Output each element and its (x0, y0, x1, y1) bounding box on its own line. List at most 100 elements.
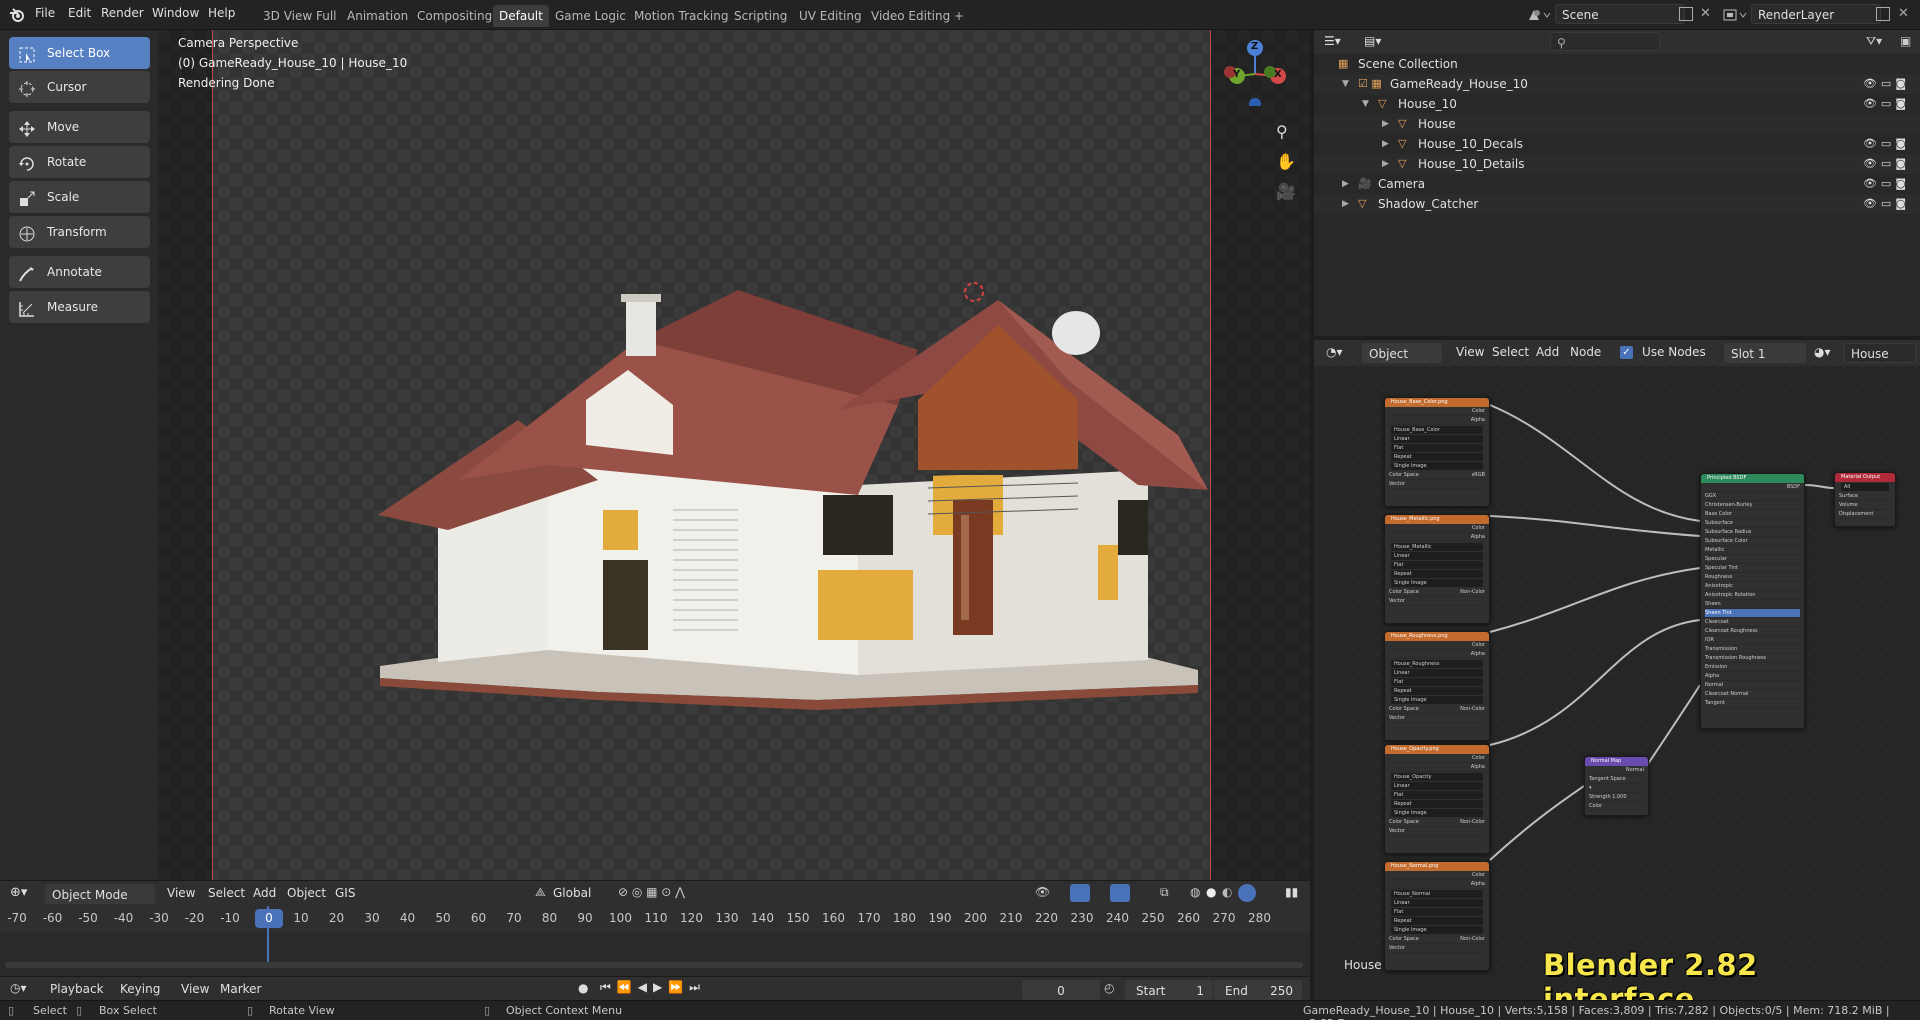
3d-viewport[interactable]: Camera Perspective (0) GameReady_House_1… (158, 30, 1310, 880)
texture-color-space[interactable]: Color Space Non-Color (1389, 935, 1485, 944)
texture-setting-field[interactable]: Flat (1391, 791, 1483, 799)
bsdf-input[interactable]: Base Color (1705, 510, 1800, 519)
bsdf-input[interactable]: IOR (1705, 636, 1800, 645)
tab-scripting[interactable]: Scripting (728, 5, 793, 27)
expand-arrow-icon[interactable]: ▼ (1362, 94, 1369, 114)
texture-setting-field[interactable]: Linear (1391, 669, 1483, 677)
expand-arrow-icon[interactable]: ▼ (1342, 74, 1349, 94)
outliner-row[interactable]: ▶ ▽ House (1314, 114, 1920, 134)
menu-file[interactable]: File (31, 6, 59, 20)
texture-setting-field[interactable]: Linear (1391, 899, 1483, 907)
bsdf-input[interactable]: Clearcoat Normal (1705, 690, 1800, 699)
bsdf-input[interactable]: Sheen Tint (1705, 609, 1800, 618)
material-output-node[interactable]: Material Output All Surface Volume Displ… (1834, 472, 1896, 527)
normal-map-space[interactable]: Tangent Space (1589, 775, 1644, 784)
bsdf-input[interactable]: Roughness (1705, 573, 1800, 582)
bsdf-input[interactable]: Metallic (1705, 546, 1800, 555)
tool-scale[interactable]: Scale (9, 181, 150, 213)
texture-setting-field[interactable]: Linear (1391, 782, 1483, 790)
record-icon[interactable]: ● (578, 981, 588, 995)
visibility-toggles-icon[interactable]: 👁▭◙ (1863, 174, 1910, 194)
gizmo-toggle-icon[interactable] (1070, 884, 1090, 902)
pivot-icon[interactable]: ⊘ ◎ ▦ ⊙ ⋀ (618, 885, 685, 899)
bsdf-input[interactable]: Specular (1705, 555, 1800, 564)
menu-timeline-view[interactable]: View (181, 982, 209, 996)
normal-map-node[interactable]: Normal Map Normal Tangent Space ▾ Streng… (1584, 756, 1649, 816)
menu-marker[interactable]: Marker (220, 982, 261, 996)
bsdf-input[interactable]: Tangent (1705, 699, 1800, 708)
vp-menu-gis[interactable]: GIS (335, 886, 355, 900)
visibility-toggles-icon[interactable]: 👁▭◙ (1863, 74, 1910, 94)
outliner-row[interactable]: ▶ ▽ Shadow_Catcher 👁▭◙ (1314, 194, 1920, 214)
filter-icon[interactable]: ⛛▾ (1866, 34, 1882, 49)
vp-menu-view[interactable]: View (167, 886, 195, 900)
bsdf-input[interactable]: Specular Tint (1705, 564, 1800, 573)
bsdf-input[interactable]: Clearcoat (1705, 618, 1800, 627)
texture-color-space[interactable]: Color Space sRGB (1389, 471, 1485, 480)
timeline-scrollbar[interactable] (5, 962, 1303, 968)
texture-setting-field[interactable]: Flat (1391, 908, 1483, 916)
texture-setting-field[interactable]: Flat (1391, 561, 1483, 569)
tab-video-editing[interactable]: Video Editing (865, 5, 956, 27)
pause-render-icon[interactable]: ▮▮ (1285, 885, 1298, 899)
texture-setting-field[interactable]: Repeat (1391, 687, 1483, 695)
overlay-toggle-icon[interactable] (1110, 884, 1130, 902)
clock-icon[interactable]: ◴ (1104, 981, 1114, 995)
image-texture-node[interactable]: House_Metallic.png Color Alpha House_Metall… (1384, 514, 1490, 624)
bsdf-input[interactable]: Subsurface (1705, 519, 1800, 528)
texture-setting-field[interactable]: Repeat (1391, 800, 1483, 808)
texture-setting-field[interactable]: Linear (1391, 552, 1483, 560)
timeline-editor-icon[interactable]: ◷▾ (10, 981, 27, 995)
outliner-row[interactable]: ▶ ▽ House_10_Decals 👁▭◙ (1314, 134, 1920, 154)
texture-setting-field[interactable]: Repeat (1391, 453, 1483, 461)
expand-arrow-icon[interactable]: ▶ (1382, 134, 1389, 154)
texture-setting-field[interactable]: Linear (1391, 435, 1483, 443)
bsdf-input[interactable]: Alpha (1705, 672, 1800, 681)
menu-keying[interactable]: Keying (120, 982, 160, 996)
tool-cursor[interactable]: Cursor (9, 71, 150, 103)
texture-image-field[interactable]: House_Opacity (1391, 773, 1483, 781)
bsdf-input[interactable]: Transmission Roughness (1705, 654, 1800, 663)
tool-transform[interactable]: Transform (9, 216, 150, 248)
blender-logo-icon[interactable] (9, 7, 25, 23)
expand-arrow-icon[interactable]: ▶ (1342, 174, 1349, 194)
bsdf-input[interactable]: Transmission (1705, 645, 1800, 654)
tab-uv-editing[interactable]: UV Editing (793, 5, 868, 27)
tool-measure[interactable]: Measure (9, 291, 150, 323)
outliner-row[interactable]: ▶ ▽ House_10_Details 👁▭◙ (1314, 154, 1920, 174)
new-scene-icon[interactable] (1679, 7, 1693, 21)
playback-buttons[interactable]: ⏮⏪◀▶⏩⏭ (600, 980, 706, 995)
outliner-search-input[interactable]: ⚲ (1550, 32, 1660, 51)
scene-field[interactable]: Scene (1555, 4, 1685, 24)
zoom-icon[interactable]: ⚲ (1276, 122, 1288, 141)
tab-motion-tracking[interactable]: Motion Tracking (628, 5, 734, 27)
bsdf-input[interactable]: Emission (1705, 663, 1800, 672)
visibility-toggles-icon[interactable]: 👁▭◙ (1863, 94, 1910, 114)
bsdf-input[interactable]: Subsurface Radius (1705, 528, 1800, 537)
shading-material-icon[interactable]: ◐ (1222, 885, 1232, 899)
outliner-row[interactable]: ▼ ☑ ▦ GameReady_House_10 👁▭◙ (1314, 74, 1920, 94)
timeline[interactable]: -70 -60 -50 -40 -30 -20 -10 0 10 20 30 40 50 60 70 80 90… (0, 906, 1310, 976)
expand-arrow-icon[interactable]: ▶ (1382, 154, 1389, 174)
outliner-row[interactable]: ▦ Scene Collection (1314, 54, 1920, 74)
frame-ruler[interactable]: -70 -60 -50 -40 -30 -20 -10 0 10 20 30 40 50 60 70 80 90… (0, 906, 1310, 932)
texture-image-field[interactable]: House_Metallic (1391, 543, 1483, 551)
add-workspace-button[interactable]: + (948, 5, 970, 27)
orientation-icon[interactable]: ⟁ (535, 885, 546, 900)
tab-animation[interactable]: Animation (341, 5, 414, 27)
current-frame-badge[interactable]: 0 (255, 909, 283, 928)
outliner-editor-icon[interactable]: ☰▾ (1324, 34, 1341, 48)
tool-select-box[interactable]: Select Box (9, 37, 150, 69)
bsdf-input[interactable]: Sheen (1705, 600, 1800, 609)
expand-arrow-icon[interactable]: ▶ (1342, 194, 1349, 214)
texture-color-space[interactable]: Color Space Non-Color (1389, 705, 1485, 714)
vp-menu-add[interactable]: Add (253, 886, 276, 900)
xray-icon[interactable]: ⧉ (1160, 885, 1169, 900)
visibility-toggles-icon[interactable]: 👁▭◙ (1863, 194, 1910, 214)
texture-setting-field[interactable]: Repeat (1391, 917, 1483, 925)
start-frame-field[interactable]: Start 1 (1125, 980, 1213, 1000)
shader-node-editor[interactable]: ◔▾ Object View Select Add Node ✓ Use Nod… (1314, 340, 1920, 1000)
shading-wireframe-icon[interactable]: ◍ (1190, 885, 1200, 899)
vp-menu-object[interactable]: Object (287, 886, 326, 900)
texture-image-field[interactable]: House_Normal (1391, 890, 1483, 898)
